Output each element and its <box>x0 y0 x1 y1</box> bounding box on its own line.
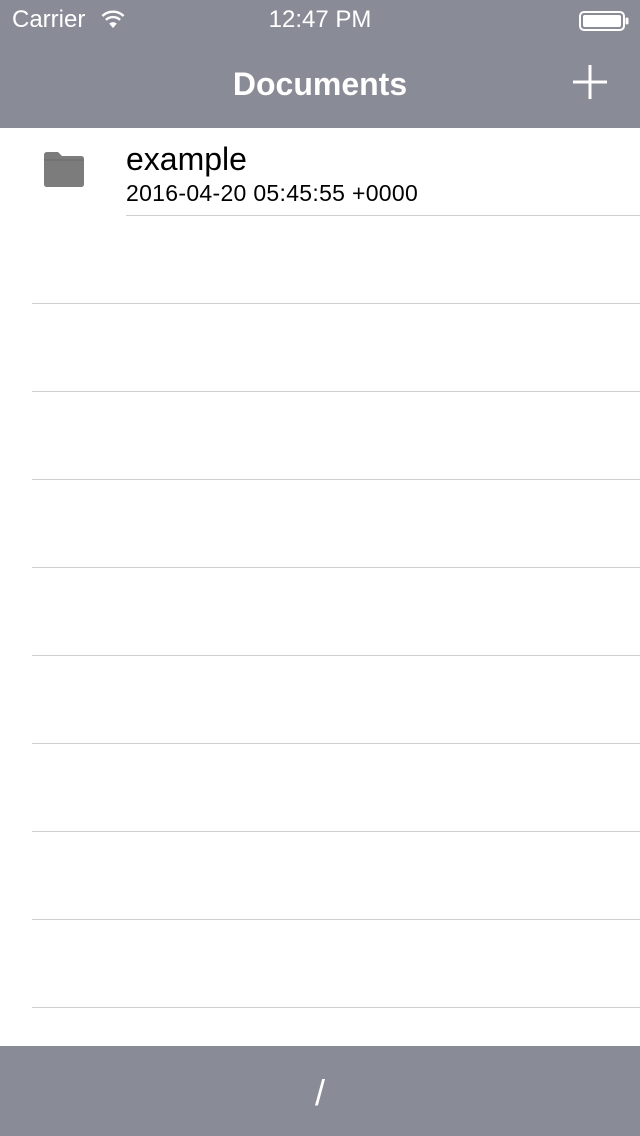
row-separator <box>32 919 640 920</box>
row-separator <box>32 743 640 744</box>
navigation-bar: Documents <box>0 40 640 128</box>
bottom-toolbar: / <box>0 1046 640 1136</box>
row-separator <box>32 479 640 480</box>
row-separator <box>126 215 640 216</box>
folder-icon <box>44 152 84 187</box>
page-title: Documents <box>232 66 408 102</box>
status-bar: Carrier 12:47 PM <box>0 0 640 40</box>
file-name: example <box>126 141 247 177</box>
add-button[interactable] <box>566 58 614 106</box>
top-bar: Carrier 12:47 PM Documents <box>0 0 640 128</box>
file-date: 2016-04-20 05:45:55 +0000 <box>126 180 419 206</box>
row-separator <box>32 567 640 568</box>
row-separator <box>32 831 640 832</box>
status-time: 12:47 PM <box>268 6 372 33</box>
row-separator <box>32 303 640 304</box>
file-list[interactable]: example 2016-04-20 05:45:55 +0000 <box>0 128 640 1046</box>
file-row[interactable]: example 2016-04-20 05:45:55 +0000 <box>0 128 640 216</box>
row-separator <box>32 1007 640 1008</box>
plus-icon <box>573 65 607 99</box>
row-separator <box>32 391 640 392</box>
path-label[interactable]: / <box>0 1073 640 1113</box>
row-separator <box>32 655 640 656</box>
battery-icon <box>579 11 629 31</box>
